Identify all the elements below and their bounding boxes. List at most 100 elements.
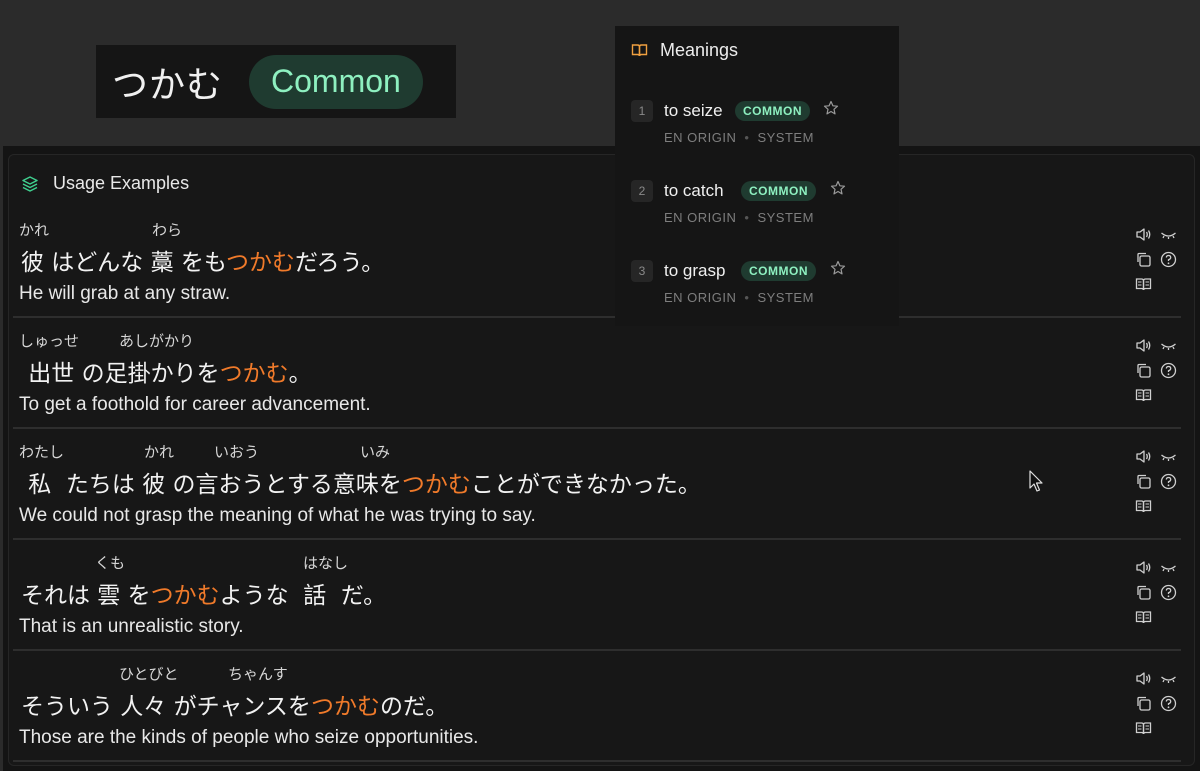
mouse-cursor-icon <box>1029 470 1043 492</box>
meaning-item[interactable]: 1 to seize COMMON EN ORIGIN • SYSTEM <box>615 100 899 170</box>
example-actions <box>1135 225 1181 300</box>
layers-icon <box>22 175 38 192</box>
help-icon[interactable] <box>1160 362 1177 379</box>
copy-icon[interactable] <box>1135 695 1152 712</box>
sentence-text: 私 たちは 彼 の言おうとする意味を <box>21 472 402 498</box>
copy-icon[interactable] <box>1135 251 1152 268</box>
meaning-number: 1 <box>631 100 653 122</box>
highlighted-word: つかむ <box>219 361 289 387</box>
word-card: つかむ Common <box>96 45 456 118</box>
sentence-text: のだ。 <box>379 694 449 720</box>
common-badge: Common <box>249 54 423 109</box>
hide-eye-icon[interactable] <box>1160 559 1177 576</box>
usage-card: Usage Examples かれ わら 彼 はどんな 藁 をもつかむだろう。 … <box>8 154 1195 766</box>
word-title: つかむ <box>112 64 224 106</box>
separator-dot: • <box>744 210 750 225</box>
speaker-icon[interactable] <box>1135 559 1152 576</box>
translation: That is an unrealistic story. <box>19 616 244 637</box>
furigana: わら <box>152 221 183 239</box>
help-icon[interactable] <box>1160 251 1177 268</box>
japanese-sentence[interactable]: 出世 の足掛かりをつかむ。 <box>21 354 312 388</box>
book-icon[interactable] <box>1135 720 1152 737</box>
sentence-text: ような 話 だ。 <box>219 583 387 609</box>
furigana: はなし <box>303 554 349 572</box>
book-icon[interactable] <box>1135 609 1152 626</box>
sentence-text: 彼 はどんな 藁 をも <box>21 250 227 276</box>
speaker-icon[interactable] <box>1135 226 1152 243</box>
separator-dot: • <box>744 290 750 305</box>
japanese-sentence[interactable]: 彼 はどんな 藁 をもつかむだろう。 <box>21 243 384 277</box>
origin-label: EN ORIGIN <box>664 130 737 145</box>
separator-dot: • <box>744 130 750 145</box>
star-icon[interactable] <box>830 180 846 196</box>
copy-icon[interactable] <box>1135 473 1152 490</box>
meaning-number: 2 <box>631 180 653 202</box>
furigana: いおう <box>214 443 260 461</box>
japanese-sentence[interactable]: そういう 人々 がチャンスをつかむのだ。 <box>21 687 448 721</box>
source-label: SYSTEM <box>757 290 814 305</box>
example-row: ひとびと ちゃんす そういう 人々 がチャンスをつかむのだ。 Those are… <box>9 651 1181 762</box>
meaning-number: 3 <box>631 260 653 282</box>
usage-panel: Usage Examples かれ わら 彼 はどんな 藁 をもつかむだろう。 … <box>3 146 1200 771</box>
common-badge: COMMON <box>741 181 816 201</box>
star-icon[interactable] <box>823 100 839 116</box>
furigana: かれ <box>144 443 175 461</box>
furigana: わたし <box>19 443 65 461</box>
sentence-text: 出世 の足掛かりを <box>21 361 220 387</box>
help-icon[interactable] <box>1160 584 1177 601</box>
japanese-sentence[interactable]: 私 たちは 彼 の言おうとする意味をつかむことができなかった。 <box>21 465 701 499</box>
translation: To get a foothold for career advancement… <box>19 394 371 415</box>
hide-eye-icon[interactable] <box>1160 670 1177 687</box>
meaning-gloss: to catch <box>664 181 724 200</box>
meaning-item[interactable]: 3 to grasp COMMON EN ORIGIN • SYSTEM <box>615 260 899 326</box>
help-icon[interactable] <box>1160 695 1177 712</box>
example-row: くも はなし それは 雲 をつかむような 話 だ。 That is an unr… <box>9 540 1181 651</box>
book-icon[interactable] <box>1135 276 1152 293</box>
highlighted-word: つかむ <box>310 694 380 720</box>
furigana: あしがかり <box>119 332 195 350</box>
sentence-text: だろう。 <box>295 250 385 276</box>
speaker-icon[interactable] <box>1135 448 1152 465</box>
sentence-text: 。 <box>288 361 312 387</box>
meaning-gloss: to grasp <box>664 261 726 280</box>
hide-eye-icon[interactable] <box>1160 226 1177 243</box>
translation: He will grab at any straw. <box>19 283 231 304</box>
source-label: SYSTEM <box>757 130 814 145</box>
divider <box>13 760 1181 762</box>
example-actions <box>1135 558 1181 633</box>
example-row: しゅっせ あしがかり 出世 の足掛かりをつかむ。 To get a footho… <box>9 318 1181 429</box>
book-icon[interactable] <box>1135 498 1152 515</box>
usage-header: Usage Examples <box>21 173 189 194</box>
common-badge: COMMON <box>735 101 810 121</box>
copy-icon[interactable] <box>1135 584 1152 601</box>
furigana: かれ <box>19 221 50 239</box>
sentence-text: それは 雲 を <box>21 583 151 609</box>
translation: We could not grasp the meaning of what h… <box>19 505 536 526</box>
highlighted-word: つかむ <box>226 250 296 276</box>
meaning-item[interactable]: 2 to catch COMMON EN ORIGIN • SYSTEM <box>615 180 899 250</box>
highlighted-word: つかむ <box>150 583 220 609</box>
highlighted-word: つかむ <box>401 472 471 498</box>
origin-label: EN ORIGIN <box>664 210 737 225</box>
sentence-text: ことができなかった。 <box>470 472 701 498</box>
furigana: ちゃんす <box>228 665 288 683</box>
book-icon[interactable] <box>1135 387 1152 404</box>
meanings-panel: Meanings 1 to seize COMMON EN ORIGIN • SYS… <box>615 26 899 326</box>
meanings-header: Meanings <box>631 40 738 61</box>
example-row: わたし かれ いおう いみ 私 たちは 彼 の言おうとする意味をつかむことができ… <box>9 429 1181 540</box>
source-label: SYSTEM <box>757 210 814 225</box>
hide-eye-icon[interactable] <box>1160 448 1177 465</box>
hide-eye-icon[interactable] <box>1160 337 1177 354</box>
help-icon[interactable] <box>1160 473 1177 490</box>
speaker-icon[interactable] <box>1135 337 1152 354</box>
star-icon[interactable] <box>830 260 846 276</box>
japanese-sentence[interactable]: それは 雲 をつかむような 話 だ。 <box>21 576 386 610</box>
furigana: しゅっせ <box>19 332 80 350</box>
common-badge: COMMON <box>741 261 816 281</box>
copy-icon[interactable] <box>1135 362 1152 379</box>
speaker-icon[interactable] <box>1135 670 1152 687</box>
example-actions <box>1135 447 1181 522</box>
furigana: ひとびと <box>119 665 179 683</box>
example-actions <box>1135 669 1181 744</box>
sentence-text: そういう 人々 がチャンスを <box>21 694 311 720</box>
